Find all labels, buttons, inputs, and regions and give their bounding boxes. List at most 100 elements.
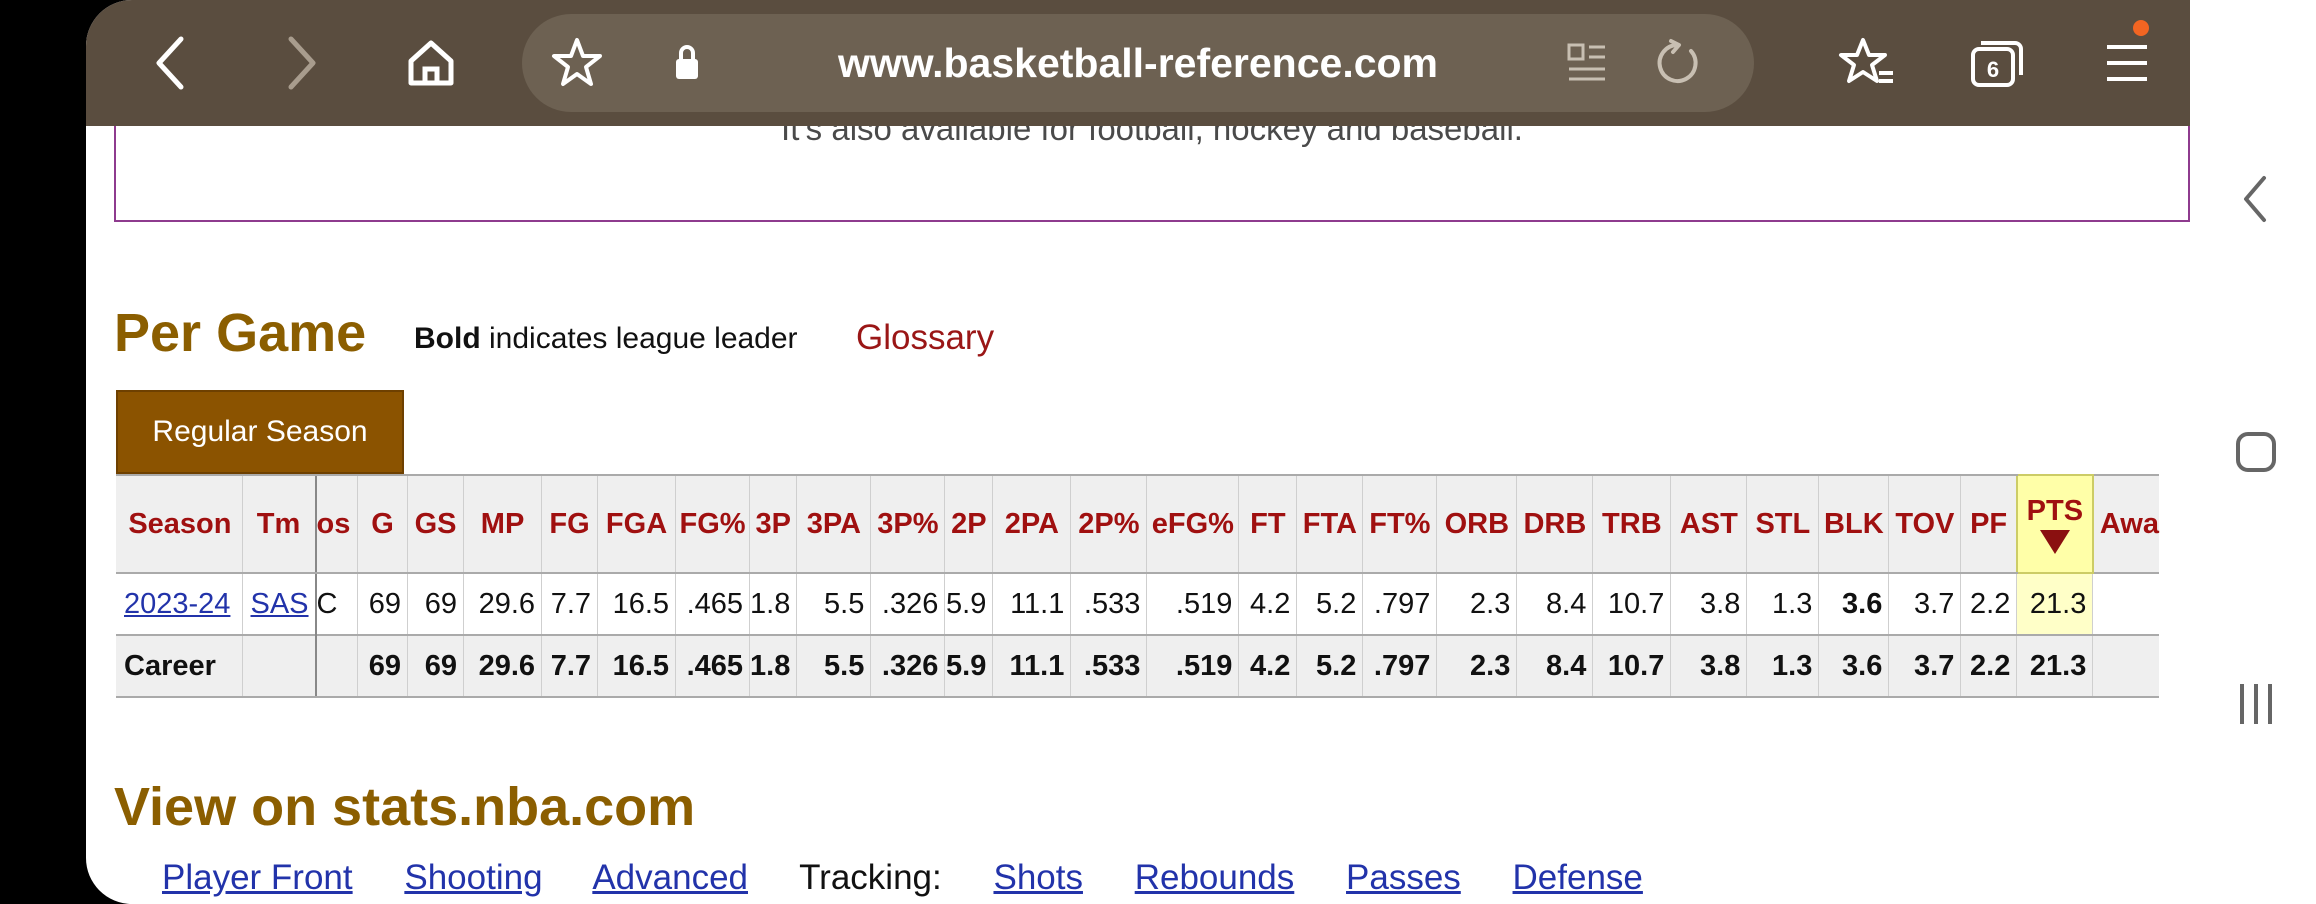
col-header-awa[interactable]: Awa bbox=[2092, 474, 2159, 574]
tabs-icon[interactable]: 6 bbox=[1962, 28, 2032, 98]
col-header-tm[interactable]: Tm bbox=[242, 474, 317, 574]
col-header-drb[interactable]: DRB bbox=[1516, 474, 1594, 574]
home-nav-icon[interactable] bbox=[2234, 430, 2278, 479]
col-header-label: MP bbox=[480, 507, 525, 540]
col-header-orb[interactable]: ORB bbox=[1436, 474, 1518, 574]
home-icon[interactable] bbox=[396, 28, 466, 98]
col-header-gs[interactable]: GS bbox=[407, 474, 465, 574]
shots-link[interactable]: Shots bbox=[993, 858, 1083, 897]
back-nav-icon[interactable] bbox=[2240, 174, 2270, 229]
recents-nav-icon[interactable] bbox=[2234, 680, 2278, 733]
stat-cell: .533 bbox=[1070, 573, 1148, 636]
col-header-label: G bbox=[371, 507, 394, 540]
stat-cell: 69 bbox=[407, 634, 465, 698]
stat-cell: 8.4 bbox=[1516, 573, 1594, 636]
bookmarks-icon[interactable] bbox=[1832, 28, 1902, 98]
stat-cell: 69 bbox=[357, 573, 409, 636]
col-header-efg-pct[interactable]: eFG% bbox=[1146, 474, 1240, 574]
col-header-os[interactable]: os bbox=[314, 474, 359, 574]
col-header-2pa[interactable]: 2PA bbox=[992, 474, 1072, 574]
col-header-ft[interactable]: FT bbox=[1238, 474, 1298, 574]
stat-cell: .519 bbox=[1146, 634, 1240, 698]
team-cell bbox=[242, 634, 317, 698]
stat-cell: 4.2 bbox=[1238, 634, 1298, 698]
address-bar[interactable]: www.basketball-reference.com bbox=[522, 14, 1754, 112]
defense-link[interactable]: Defense bbox=[1513, 858, 1643, 897]
col-header-mp[interactable]: MP bbox=[463, 474, 543, 574]
promo-box: It's also available for football, hockey… bbox=[114, 126, 2190, 222]
season-link[interactable]: 2023-24 bbox=[124, 588, 230, 620]
reload-icon[interactable] bbox=[1642, 28, 1712, 98]
stat-cell: 3.8 bbox=[1670, 573, 1748, 636]
col-header-fg[interactable]: FG bbox=[541, 474, 599, 574]
career-row: Career 69 69 29.6 7.7 16.5.465 1.8 5.5.326 5.9 11… bbox=[116, 634, 2159, 698]
col-header-label: FT bbox=[1250, 507, 1286, 540]
col-header-fga[interactable]: FGA bbox=[597, 474, 677, 574]
stat-cell: .465 bbox=[675, 634, 751, 698]
col-header-label: STL bbox=[1755, 507, 1811, 540]
section-title: Per Game bbox=[114, 303, 367, 363]
col-header-pts[interactable]: PTS bbox=[2015, 474, 2094, 574]
shooting-link[interactable]: Shooting bbox=[404, 858, 542, 897]
col-header-label: 3PA bbox=[806, 507, 861, 540]
table-header-row: Season Tm os G GS MP FG FGA FG% 3P 3PA 3P% 2P 2PA 2P% e… bbox=[116, 474, 2159, 574]
stat-cell: 1.8 bbox=[749, 634, 798, 698]
stat-cell: 7.7 bbox=[541, 573, 599, 636]
col-header-label: 2P bbox=[951, 507, 987, 540]
stat-cell: 4.2 bbox=[1238, 573, 1298, 636]
stat-cell: 5.9 bbox=[944, 573, 994, 636]
tab-count: 6 bbox=[1987, 57, 1999, 82]
col-header-stl[interactable]: STL bbox=[1746, 474, 1820, 574]
col-header-2p[interactable]: 2P bbox=[944, 474, 994, 574]
col-header-2p-pct[interactable]: 2P% bbox=[1070, 474, 1148, 574]
col-header-label: BLK bbox=[1824, 507, 1884, 540]
sort-desc-icon bbox=[2039, 529, 2070, 554]
stat-cell: 1.8 bbox=[749, 573, 798, 636]
back-icon[interactable] bbox=[136, 28, 206, 98]
stat-cell: 2.3 bbox=[1436, 573, 1518, 636]
rebounds-link[interactable]: Rebounds bbox=[1135, 858, 1295, 897]
stat-cell: 16.5 bbox=[597, 634, 677, 698]
stat-cell: 16.5 bbox=[597, 573, 677, 636]
col-header-fta[interactable]: FTA bbox=[1296, 474, 1364, 574]
col-header-blk[interactable]: BLK bbox=[1818, 474, 1890, 574]
passes-link[interactable]: Passes bbox=[1346, 858, 1461, 897]
col-header-ast[interactable]: AST bbox=[1670, 474, 1748, 574]
glossary-link[interactable]: Glossary bbox=[856, 318, 994, 358]
col-header-pf[interactable]: PF bbox=[1960, 474, 2018, 574]
col-header-fg-pct[interactable]: FG% bbox=[675, 474, 751, 574]
awards-cell bbox=[2092, 634, 2159, 698]
forward-icon[interactable] bbox=[266, 28, 336, 98]
browser-toolbar: www.basketball-reference.com 6 bbox=[86, 0, 2190, 126]
tab-regular-season[interactable]: Regular Season bbox=[116, 390, 404, 474]
menu-icon[interactable] bbox=[2092, 28, 2162, 98]
advanced-link[interactable]: Advanced bbox=[592, 858, 748, 897]
stat-cell: 11.1 bbox=[992, 634, 1072, 698]
stat-cell: 1.3 bbox=[1746, 634, 1820, 698]
col-header-ft-pct[interactable]: FT% bbox=[1362, 474, 1438, 574]
per-game-table: Season Tm os G GS MP FG FGA FG% 3P 3PA 3P% 2P 2PA 2P% e… bbox=[116, 474, 2159, 698]
col-header-3p[interactable]: 3P bbox=[749, 474, 798, 574]
career-label: Career bbox=[116, 634, 243, 698]
col-header-season[interactable]: Season bbox=[116, 474, 243, 574]
stat-cell: 8.4 bbox=[1516, 634, 1594, 698]
col-header-label: 2P% bbox=[1078, 507, 1140, 540]
season-cell: 2023-24 bbox=[116, 573, 243, 636]
col-header-3pa[interactable]: 3PA bbox=[796, 474, 872, 574]
stat-cell: 69 bbox=[407, 573, 465, 636]
col-header-3p-pct[interactable]: 3P% bbox=[870, 474, 946, 574]
stat-cell: 21.3 bbox=[2016, 634, 2094, 698]
pos-cell bbox=[314, 634, 359, 698]
col-header-tov[interactable]: TOV bbox=[1888, 474, 1962, 574]
col-header-label: TOV bbox=[1895, 507, 1955, 540]
notification-dot bbox=[2133, 20, 2149, 36]
reader-icon[interactable] bbox=[1552, 28, 1622, 98]
stat-cell: 2.2 bbox=[1960, 573, 2018, 636]
col-header-label: AST bbox=[1679, 507, 1738, 540]
player-front-link[interactable]: Player Front bbox=[162, 858, 353, 897]
col-header-trb[interactable]: TRB bbox=[1592, 474, 1672, 574]
team-link[interactable]: SAS bbox=[251, 588, 309, 620]
col-header-g[interactable]: G bbox=[357, 474, 409, 574]
stat-cell: 1.3 bbox=[1746, 573, 1820, 636]
stat-cell: .519 bbox=[1146, 573, 1240, 636]
